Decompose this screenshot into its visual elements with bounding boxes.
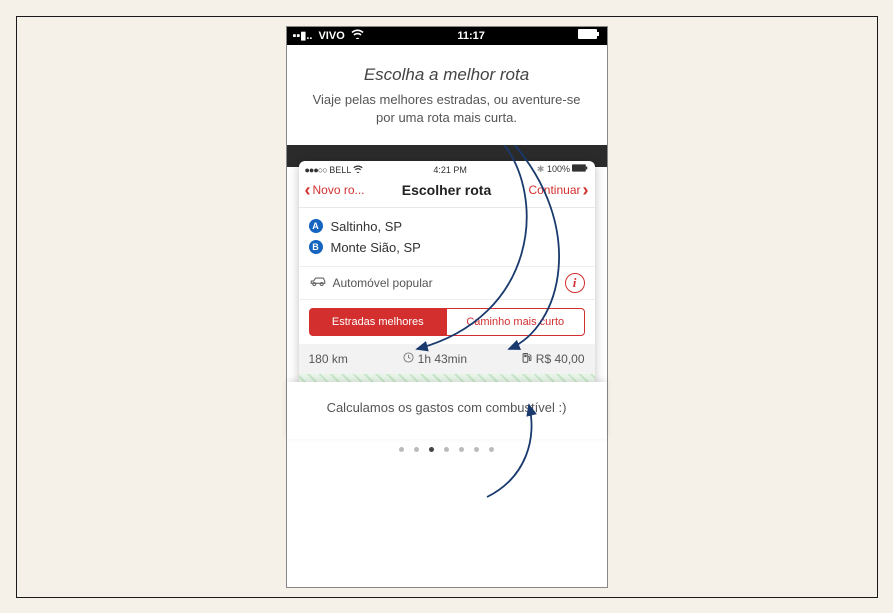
route-stats-row: 180 km 1h 43min R$ 40,00 bbox=[299, 344, 595, 374]
destination-label: Monte Sião, SP bbox=[331, 240, 421, 255]
inner-clock: 4:21 PM bbox=[433, 165, 467, 175]
intro-subtitle: Viaje pelas melhores estradas, ou aventu… bbox=[307, 91, 587, 127]
battery-icon bbox=[578, 29, 600, 42]
page-dot[interactable] bbox=[414, 447, 419, 452]
inner-nav-bar: ‹ Novo ro... Escolher rota Continuar › bbox=[299, 177, 595, 208]
locations-section: A Saltinho, SP B Monte Sião, SP bbox=[299, 208, 595, 267]
continue-button[interactable]: Continuar › bbox=[528, 181, 588, 199]
wifi-icon bbox=[351, 29, 364, 42]
continue-label: Continuar bbox=[528, 183, 580, 197]
nav-title: Escolher rota bbox=[402, 182, 491, 198]
car-icon bbox=[309, 275, 327, 290]
route-type-segment: Estradas melhores Caminho mais curto bbox=[299, 300, 595, 344]
page-dot[interactable] bbox=[474, 447, 479, 452]
vehicle-label: Automóvel popular bbox=[333, 276, 433, 290]
chevron-right-icon: › bbox=[582, 181, 588, 199]
page-dot[interactable] bbox=[489, 447, 494, 452]
inner-battery-pct: 100% bbox=[547, 164, 570, 174]
distance-value: 180 km bbox=[309, 352, 348, 366]
info-icon[interactable]: i bbox=[565, 273, 585, 293]
outer-status-bar: ▪▪▮.. VIVO 11:17 bbox=[287, 27, 607, 45]
page-indicator[interactable] bbox=[287, 439, 607, 458]
inner-wifi-icon bbox=[353, 165, 363, 175]
distance-stat: 180 km bbox=[309, 352, 348, 366]
shortest-path-button[interactable]: Caminho mais curto bbox=[447, 308, 585, 336]
destination-row[interactable]: B Monte Sião, SP bbox=[309, 237, 585, 258]
page-dot-active[interactable] bbox=[429, 447, 434, 452]
inner-battery-icon bbox=[572, 164, 588, 174]
vehicle-row[interactable]: Automóvel popular i bbox=[299, 267, 595, 300]
intro-card: Escolha a melhor rota Viaje pelas melhor… bbox=[287, 45, 607, 145]
page-dot[interactable] bbox=[459, 447, 464, 452]
back-button[interactable]: ‹ Novo ro... bbox=[305, 181, 365, 199]
origin-row[interactable]: A Saltinho, SP bbox=[309, 216, 585, 237]
signal-icon: ▪▪▮.. bbox=[293, 29, 313, 42]
chevron-left-icon: ‹ bbox=[305, 181, 311, 199]
fuel-icon bbox=[522, 352, 532, 366]
phone-mockup: ▪▪▮.. VIVO 11:17 Escolha a melhor rota V… bbox=[286, 26, 608, 588]
pin-a-icon: A bbox=[309, 219, 323, 233]
footer-card: Calculamos os gastos com combustível :) bbox=[287, 382, 607, 439]
clock-label: 11:17 bbox=[457, 30, 485, 42]
cost-stat: R$ 40,00 bbox=[522, 352, 585, 366]
footer-text: Calculamos os gastos com combustível :) bbox=[327, 400, 567, 415]
time-stat: 1h 43min bbox=[403, 352, 467, 366]
back-label: Novo ro... bbox=[313, 183, 365, 197]
bluetooth-icon: ✱ bbox=[537, 164, 545, 174]
inner-carrier: BELL bbox=[329, 165, 351, 175]
carrier-label: VIVO bbox=[318, 30, 344, 42]
inner-status-bar: ●●●○○ BELL 4:21 PM ✱ 100% bbox=[299, 161, 595, 177]
inner-app-screenshot: ●●●○○ BELL 4:21 PM ✱ 100% ‹ Novo ro... E… bbox=[299, 161, 595, 386]
clock-icon bbox=[403, 352, 414, 366]
intro-title: Escolha a melhor rota bbox=[307, 65, 587, 85]
pin-b-icon: B bbox=[309, 240, 323, 254]
signal-dots-icon: ●●●○○ bbox=[305, 165, 327, 175]
page-frame: ▪▪▮.. VIVO 11:17 Escolha a melhor rota V… bbox=[16, 16, 878, 598]
page-dot[interactable] bbox=[399, 447, 404, 452]
cost-value: R$ 40,00 bbox=[536, 352, 585, 366]
origin-label: Saltinho, SP bbox=[331, 219, 403, 234]
page-dot[interactable] bbox=[444, 447, 449, 452]
time-value: 1h 43min bbox=[418, 352, 467, 366]
best-roads-button[interactable]: Estradas melhores bbox=[309, 308, 448, 336]
